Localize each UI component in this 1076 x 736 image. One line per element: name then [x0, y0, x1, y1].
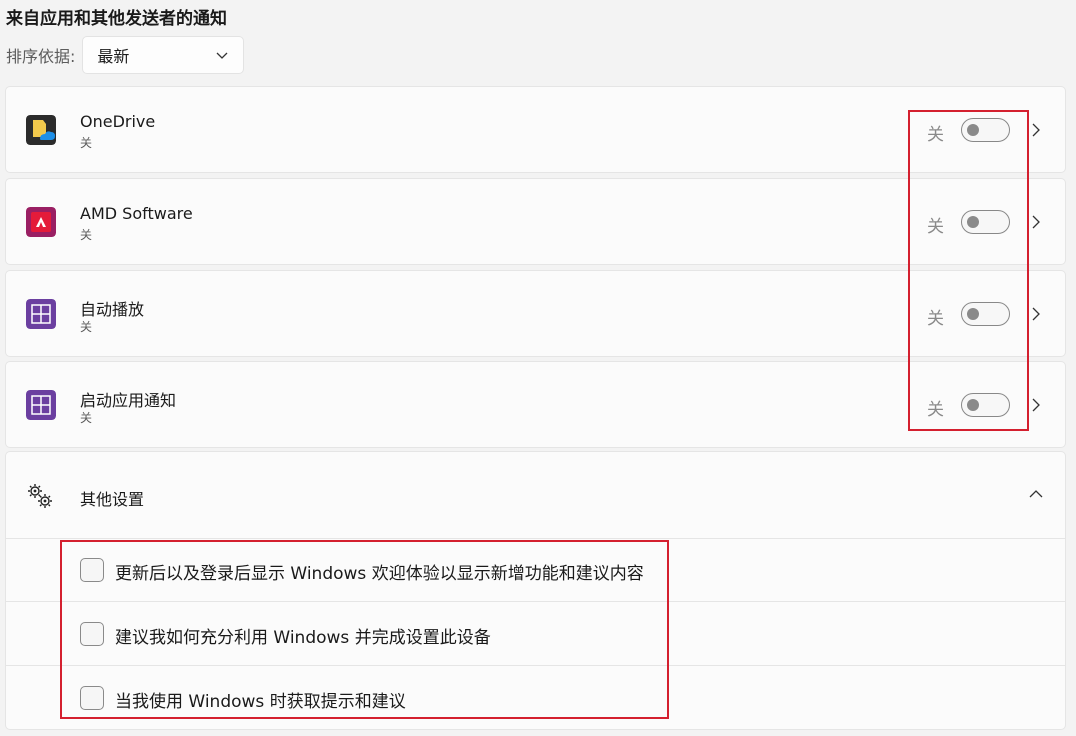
- app-status: 关: [80, 136, 93, 150]
- app-name: 启动应用通知: [80, 391, 177, 410]
- chevron-right-icon[interactable]: [1029, 306, 1043, 322]
- chevron-right-icon[interactable]: [1029, 214, 1043, 230]
- other-settings-title: 其他设置: [80, 490, 145, 509]
- app-status: 关: [80, 320, 93, 334]
- onedrive-icon: [26, 115, 56, 145]
- app-row-amd-software[interactable]: AMD Software 关 关: [5, 178, 1066, 265]
- sort-row: 排序依据: 最新: [6, 36, 245, 74]
- chevron-up-icon[interactable]: [1028, 488, 1044, 500]
- options-highlight-box: [60, 540, 669, 719]
- app-row-startup-apps[interactable]: 启动应用通知 关 关: [5, 361, 1066, 448]
- other-settings-header[interactable]: 其他设置: [6, 452, 1065, 538]
- app-row-onedrive[interactable]: OneDrive 关 关: [5, 86, 1066, 173]
- sort-dropdown[interactable]: 最新: [82, 36, 245, 74]
- app-row-autoplay[interactable]: 自动播放 关 关: [5, 270, 1066, 357]
- toggle-highlight-box: [908, 110, 1029, 431]
- sort-label: 排序依据:: [6, 47, 76, 66]
- app-name: AMD Software: [80, 204, 193, 223]
- chevron-right-icon[interactable]: [1029, 122, 1043, 138]
- app-status: 关: [80, 411, 93, 425]
- autoplay-icon: [26, 299, 56, 329]
- app-status: 关: [80, 228, 93, 242]
- startup-apps-icon: [26, 390, 56, 420]
- app-name: 自动播放: [80, 300, 145, 319]
- amd-icon: [26, 207, 56, 237]
- chevron-down-icon: [216, 52, 228, 59]
- chevron-right-icon[interactable]: [1029, 397, 1043, 413]
- sort-value: 最新: [97, 47, 130, 66]
- app-name: OneDrive: [80, 112, 156, 131]
- gear-icon: [28, 484, 52, 508]
- section-title: 来自应用和其他发送者的通知: [6, 9, 227, 29]
